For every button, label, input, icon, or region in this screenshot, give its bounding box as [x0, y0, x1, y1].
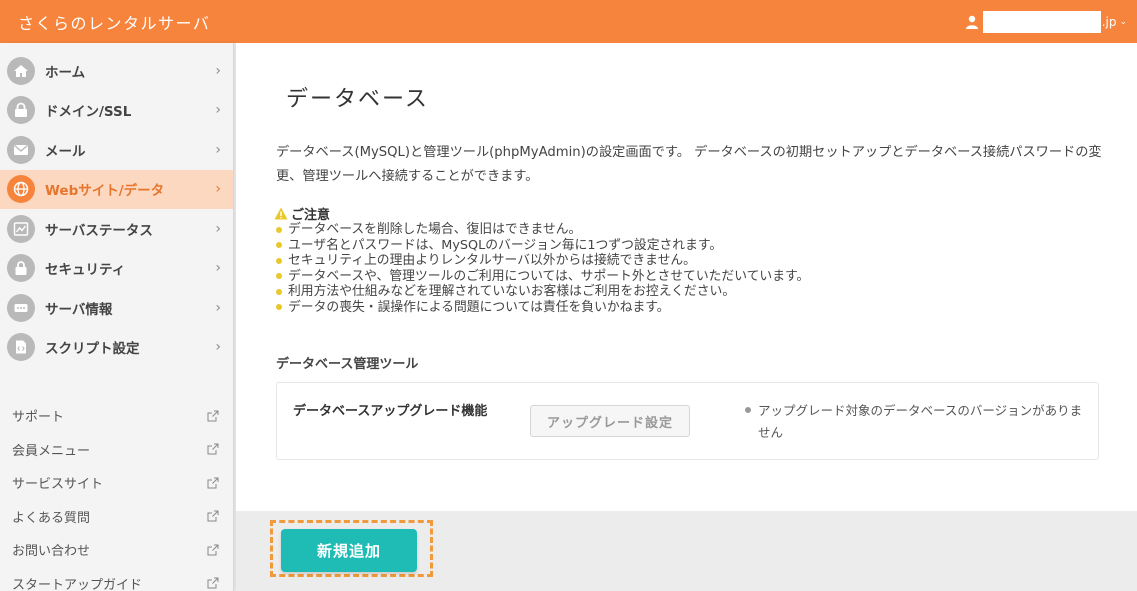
account-domain-suffix: .jp: [1101, 14, 1117, 29]
chevron-right-icon: ›: [215, 220, 221, 237]
bullet-icon: [276, 304, 282, 311]
sidebar-item-mail[interactable]: メール ›: [0, 130, 233, 170]
sidebar-item-server-info[interactable]: サーバ情報 ›: [0, 288, 233, 328]
sidebar-item-security[interactable]: セキュリティ ›: [0, 249, 233, 289]
sidebar-item-label: サーバ情報: [45, 301, 113, 318]
warning-icon: [274, 207, 288, 219]
sidebar-item-label: Webサイト/データ: [45, 183, 165, 200]
sidebar-item-website-data[interactable]: Webサイト/データ ›: [0, 169, 233, 209]
chevron-right-icon: ›: [215, 62, 221, 79]
notice-item: データベースや、管理ツールのご利用については、サポート外とさせていただいています…: [274, 269, 1114, 285]
tool-note-text: アップグレード対象のデータベースのバージョンがありません: [758, 403, 1083, 440]
notice-item: データの喪失・誤操作による問題については責任を負いかねます。: [274, 300, 1114, 316]
user-icon: [965, 15, 978, 29]
notice-list: データベースを削除した場合、復旧はできません。 ユーザ名とパスワードは、MySQ…: [274, 222, 1114, 315]
sidebar-item-domain-ssl[interactable]: ドメイン/SSL ›: [0, 91, 233, 131]
main-area: データベース データベース(MySQL)と管理ツール(phpMyAdmin)の設…: [236, 43, 1137, 591]
sidebar-link-startup-guide[interactable]: スタートアップガイド: [0, 567, 233, 591]
chevron-down-icon: ⌄: [1119, 16, 1127, 27]
bullet-icon: [276, 257, 282, 264]
chevron-right-icon: ›: [215, 339, 221, 356]
notice-item-text: データの喪失・誤操作による問題については責任を負いかねます。: [288, 299, 670, 315]
chevron-right-icon: ›: [215, 181, 221, 198]
sidebar-item-label: ホーム: [45, 64, 86, 81]
notice-item: セキュリティ上の理由よりレンタルサーバ以外からは接続できません。: [274, 253, 1114, 269]
chevron-right-icon: ›: [215, 260, 221, 277]
external-link-icon: [207, 410, 219, 422]
account-menu[interactable]: .jp ⌄: [965, 10, 1127, 33]
tool-name: データベースアップグレード機能: [293, 404, 488, 419]
sidebar-link-support[interactable]: サポート: [0, 399, 233, 433]
notice-item-text: データベースを削除した場合、復旧はできません。: [288, 222, 582, 237]
sidebar-link-contact[interactable]: お問い合わせ: [0, 533, 233, 567]
chevron-right-icon: ›: [215, 299, 221, 316]
notice-title-text: ご注意: [291, 207, 331, 223]
sidebar-item-label: スクリプト設定: [45, 341, 140, 358]
content-panel: データベース データベース(MySQL)と管理ツール(phpMyAdmin)の設…: [236, 43, 1137, 511]
sidebar-link-label: サービスサイト: [12, 477, 104, 493]
lock-icon: [7, 254, 35, 283]
sidebar-nav: ホーム › ドメイン/SSL › メール › Webサイト/データ › サーバス…: [0, 43, 233, 367]
sidebar-link-member-menu[interactable]: 会員メニュー: [0, 433, 233, 467]
globe-icon: [7, 175, 35, 204]
sidebar-link-service-site[interactable]: サービスサイト: [0, 466, 233, 500]
top-header: さくらのレンタルサーバ .jp ⌄: [0, 0, 1137, 43]
sidebar-link-label: お問い合わせ: [12, 544, 91, 560]
external-link-icon: [207, 577, 219, 589]
sidebar-item-label: セキュリティ: [45, 262, 126, 279]
notice-box: ご注意 データベースを削除した場合、復旧はできません。 ユーザ名とパスワードは、…: [274, 205, 1114, 315]
mail-icon: [7, 135, 35, 164]
bullet-icon: [276, 242, 282, 249]
sidebar-external-links: サポート 会員メニュー サービスサイト よくある質問 お問い合わせ スタートアッ…: [0, 399, 233, 591]
home-icon: [7, 56, 35, 85]
notice-item-text: ユーザ名とパスワードは、MySQLのバージョン毎に1つずつ設定されます。: [288, 237, 723, 253]
notice-item: ユーザ名とパスワードは、MySQLのバージョン毎に1つずつ設定されます。: [274, 238, 1114, 254]
page-description: データベース(MySQL)と管理ツール(phpMyAdmin)の設定画面です。 …: [276, 145, 1102, 184]
chart-icon: [7, 214, 35, 243]
chevron-right-icon: ›: [215, 141, 221, 158]
bullet-icon: [745, 407, 751, 413]
sidebar-item-script-settings[interactable]: スクリプト設定 ›: [0, 328, 233, 368]
brand-logo[interactable]: さくらのレンタルサーバ: [18, 10, 210, 34]
external-link-icon: [207, 443, 219, 455]
external-link-icon: [207, 544, 219, 556]
sidebar-link-label: よくある質問: [12, 510, 91, 526]
sidebar-link-label: サポート: [12, 410, 65, 426]
notice-item-text: セキュリティ上の理由よりレンタルサーバ以外からは接続できません。: [288, 253, 696, 268]
bullet-icon: [276, 273, 282, 280]
notice-title: ご注意: [274, 205, 1114, 223]
sidebar-item-label: メール: [45, 143, 86, 160]
action-bar: 新規追加: [236, 511, 1137, 591]
script-icon: [7, 333, 35, 362]
server-icon: [7, 293, 35, 322]
upgrade-settings-button[interactable]: アップグレード設定: [530, 405, 690, 437]
external-link-icon: [207, 510, 219, 522]
section-title: データベース管理ツール: [276, 357, 419, 372]
bullet-icon: [276, 226, 282, 233]
sidebar-item-label: ドメイン/SSL: [45, 104, 132, 121]
sidebar-link-faq[interactable]: よくある質問: [0, 500, 233, 534]
notice-item-text: 利用方法や仕組みなどを理解されていないお客様はご利用をお控えください。: [288, 284, 736, 299]
tool-note: アップグレード対象のデータベースのバージョンがありません: [745, 400, 1090, 444]
domain-lock-icon: [7, 96, 35, 125]
notice-item: データベースを削除した場合、復旧はできません。: [274, 222, 1114, 238]
page-title: データベース: [286, 87, 429, 112]
notice-item-text: データベースや、管理ツールのご利用については、サポート外とさせていただいています…: [288, 268, 810, 284]
chevron-right-icon: ›: [215, 102, 221, 119]
db-upgrade-card: データベースアップグレード機能 アップグレード設定 アップグレード対象のデータベ…: [276, 382, 1099, 460]
sidebar-link-label: スタートアップガイド: [12, 577, 143, 591]
sidebar-item-label: サーバステータス: [45, 222, 153, 239]
bullet-icon: [276, 288, 282, 295]
sidebar-item-server-status[interactable]: サーバステータス ›: [0, 209, 233, 249]
sidebar: ホーム › ドメイン/SSL › メール › Webサイト/データ › サーバス…: [0, 43, 234, 591]
external-link-icon: [207, 477, 219, 489]
account-name-redacted: [982, 10, 1101, 33]
sidebar-link-label: 会員メニュー: [12, 443, 91, 459]
add-new-button[interactable]: 新規追加: [281, 529, 417, 572]
sidebar-item-home[interactable]: ホーム ›: [0, 51, 233, 91]
notice-item: 利用方法や仕組みなどを理解されていないお客様はご利用をお控えください。: [274, 284, 1114, 300]
